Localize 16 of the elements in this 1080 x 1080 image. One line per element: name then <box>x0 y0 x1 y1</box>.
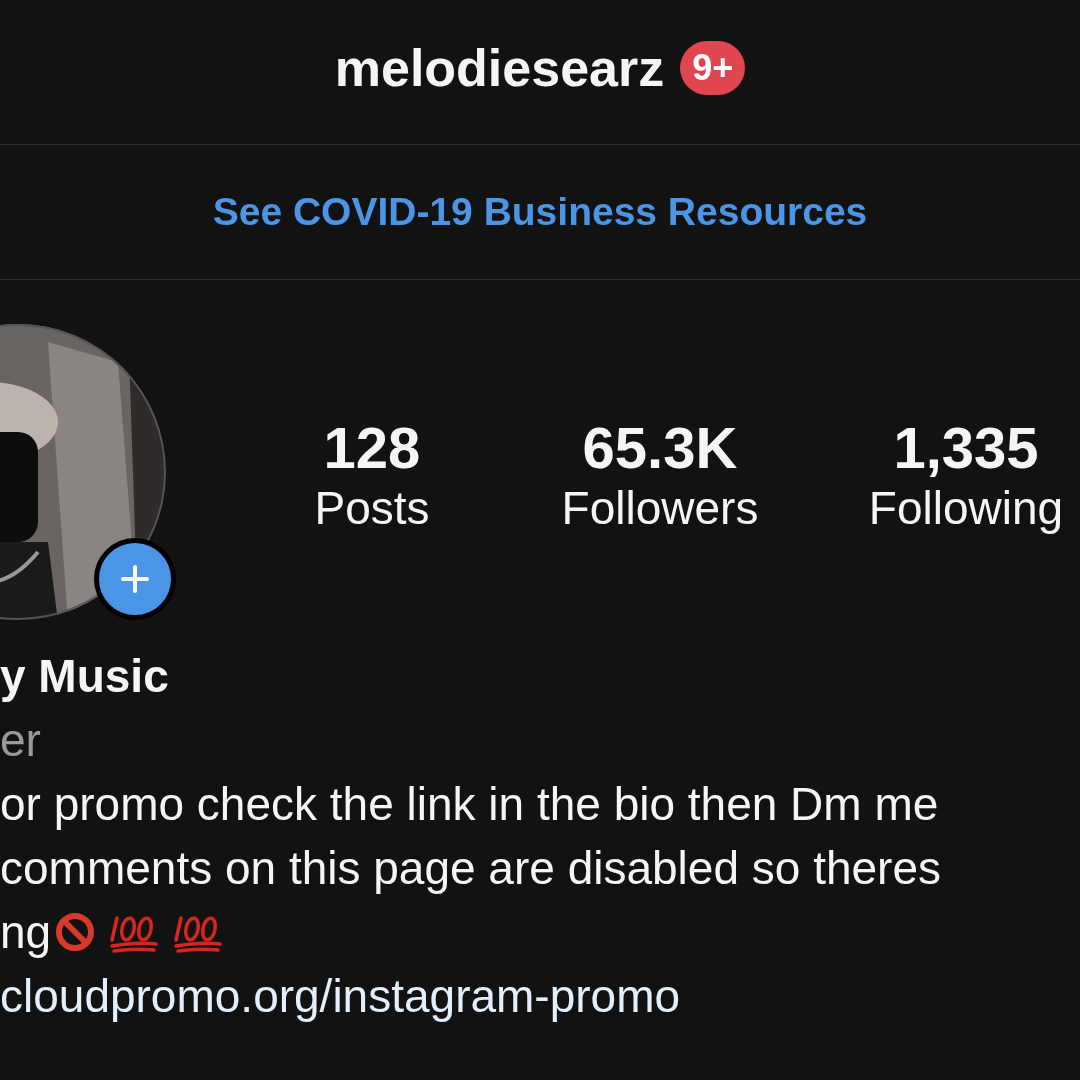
stat-count[interactable]: 65.3K <box>582 416 738 480</box>
profile-category: er <box>0 713 41 768</box>
prohibited-icon <box>55 912 96 952</box>
bio-text: comments on this page are disabled so theres <box>0 841 941 896</box>
stat-label[interactable]: Followers <box>561 480 759 536</box>
profile-username[interactable]: melodiesearz <box>334 38 665 98</box>
profile-name: y Music <box>0 649 169 704</box>
notification-badge: 9+ <box>680 41 746 95</box>
business-resources-link[interactable]: See COVID-19 Business Resources <box>212 190 868 234</box>
website-link[interactable]: cloudpromo.org/instagram-promo <box>0 964 681 1028</box>
stat-label[interactable]: Following <box>868 480 1064 536</box>
bio-text: ng <box>0 905 52 960</box>
bio-text: or promo check the link in the bio then Dm me <box>0 777 939 832</box>
stat-count[interactable]: 1,335 <box>893 416 1039 480</box>
stat-count[interactable]: 128 <box>323 416 421 480</box>
stat-label[interactable]: Posts <box>314 480 430 536</box>
